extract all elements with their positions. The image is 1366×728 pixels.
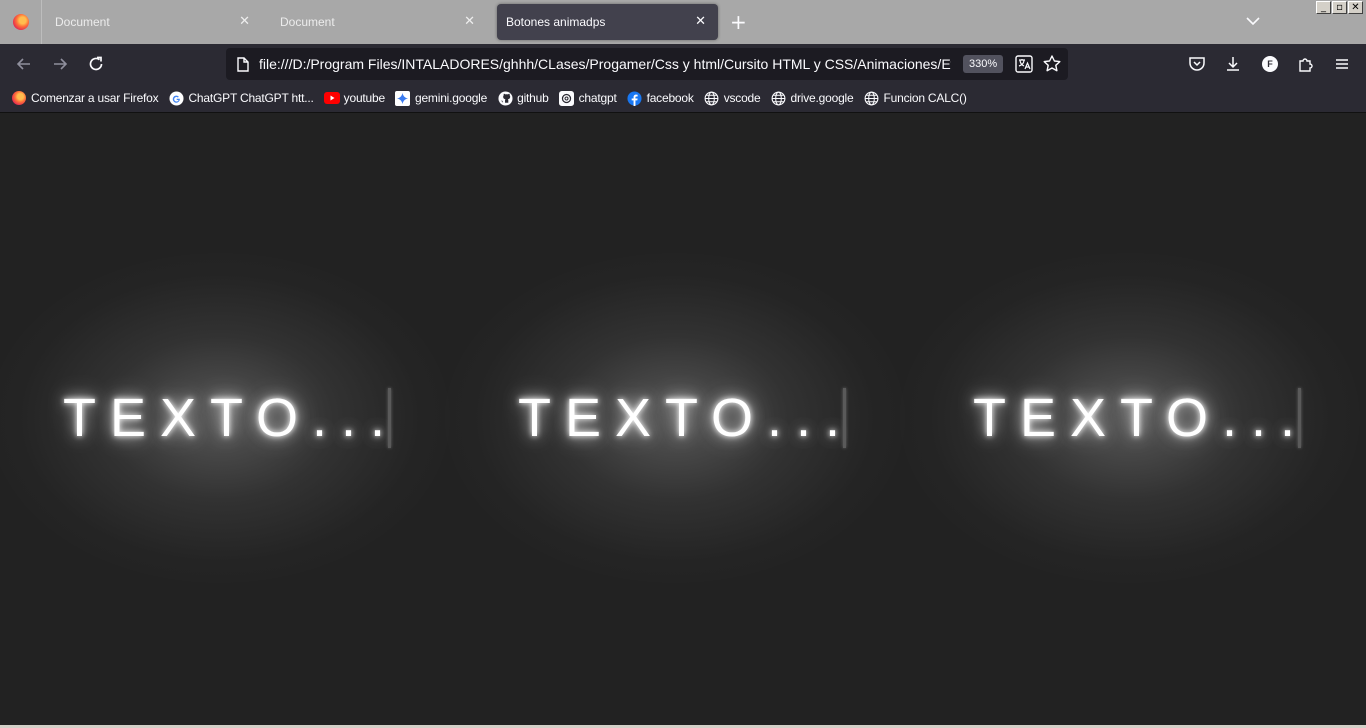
avatar: F (1262, 56, 1278, 72)
bookmark-funcion-calc[interactable]: Funcion CALC() (864, 86, 967, 110)
hamburger-menu-icon (1336, 59, 1348, 69)
bookmark-star-icon[interactable] (1042, 54, 1062, 74)
url-text[interactable]: file:///D:/Program Files/INTALADORES/ghh… (259, 56, 951, 72)
puzzle-icon (1299, 58, 1313, 72)
tab-document-2[interactable]: Document ✕ (267, 0, 487, 44)
globe-icon (864, 90, 880, 106)
bookmark-label: Funcion CALC() (883, 91, 967, 105)
glowing-text-3: TEXTO... (973, 388, 1310, 448)
tab-label: Document (280, 15, 335, 29)
facebook-icon (627, 90, 643, 106)
arrow-left-icon (16, 58, 30, 70)
bookmarks-toolbar: Comenzar a usar Firefox ChatGPT ChatGPT … (0, 84, 1366, 113)
page-icon (237, 57, 249, 72)
window-controls: _ ▫ ✕ (1316, 1, 1363, 14)
typing-cursor (1298, 388, 1301, 448)
globe-icon (771, 90, 787, 106)
typing-cursor (388, 388, 391, 448)
url-bar[interactable]: file:///D:/Program Files/INTALADORES/ghh… (226, 48, 1068, 80)
firefox-logo-icon (12, 14, 29, 30)
glowing-text-1: TEXTO... (63, 388, 400, 448)
firefox-view-button[interactable] (0, 0, 42, 44)
extensions-button[interactable] (1296, 54, 1316, 74)
tab-close-icon[interactable]: ✕ (464, 14, 475, 29)
list-all-tabs-icon[interactable] (1244, 12, 1262, 30)
forward-button[interactable] (49, 53, 71, 75)
bookmark-label: youtube (343, 91, 386, 105)
back-button[interactable] (13, 53, 35, 75)
tab-close-icon[interactable]: ✕ (695, 14, 706, 29)
minimize-button[interactable]: _ (1316, 1, 1331, 14)
translate-icon[interactable] (1014, 54, 1034, 74)
bookmark-comenzar-firefox[interactable]: Comenzar a usar Firefox (11, 86, 159, 110)
close-window-button[interactable]: ✕ (1348, 1, 1363, 14)
account-button[interactable]: F (1260, 54, 1280, 74)
chatgpt-icon (559, 90, 575, 106)
tab-strip: Document ✕ Document ✕ Botones animadps ✕… (0, 0, 1366, 44)
bookmark-gemini[interactable]: gemini.google (395, 86, 487, 110)
page-content: TEXTO... TEXTO... TEXTO... (0, 113, 1366, 725)
bookmark-label: drive.google (790, 91, 854, 105)
tab-label: Botones animadps (506, 15, 606, 29)
tab-close-icon[interactable]: ✕ (239, 14, 250, 29)
tab-document-1[interactable]: Document ✕ (42, 0, 262, 44)
menu-button[interactable] (1332, 54, 1352, 74)
zoom-level-button[interactable]: 330% (963, 55, 1004, 73)
navigation-toolbar: file:///D:/Program Files/INTALADORES/ghh… (0, 44, 1366, 84)
bookmark-label: ChatGPT ChatGPT htt... (188, 91, 314, 105)
bookmark-youtube[interactable]: youtube (323, 86, 386, 110)
bookmark-vscode[interactable]: vscode (704, 86, 761, 110)
typing-cursor (843, 388, 846, 448)
arrow-right-icon (54, 58, 68, 70)
github-icon (497, 90, 513, 106)
google-icon (168, 90, 184, 106)
reload-icon (89, 56, 103, 71)
bookmark-label: facebook (646, 91, 694, 105)
glowing-text-2: TEXTO... (518, 388, 855, 448)
download-icon (1227, 57, 1239, 71)
bookmark-facebook[interactable]: facebook (627, 86, 694, 110)
globe-icon (704, 90, 720, 106)
reload-button[interactable] (85, 53, 107, 75)
bookmark-label: Comenzar a usar Firefox (31, 91, 159, 105)
bookmark-github[interactable]: github (497, 86, 549, 110)
pocket-icon (1189, 57, 1205, 71)
bookmark-label: chatgpt (578, 91, 617, 105)
youtube-icon (323, 90, 340, 106)
tab-botones-animados[interactable]: Botones animadps ✕ (497, 4, 718, 40)
bookmark-chatgpt-google[interactable]: ChatGPT ChatGPT htt... (168, 86, 314, 110)
new-tab-button[interactable]: + (730, 10, 747, 34)
bookmark-drive-google[interactable]: drive.google (771, 86, 854, 110)
tab-label: Document (55, 15, 110, 29)
bookmark-label: gemini.google (414, 91, 488, 105)
bookmark-chatgpt[interactable]: chatgpt (559, 86, 617, 110)
gemini-icon (395, 90, 411, 106)
bookmark-label: vscode (723, 91, 761, 105)
firefox-icon (11, 90, 27, 106)
restore-button[interactable]: ▫ (1332, 1, 1347, 14)
downloads-button[interactable] (1223, 54, 1243, 74)
pocket-button[interactable] (1187, 54, 1207, 74)
bookmark-label: github (517, 91, 549, 105)
